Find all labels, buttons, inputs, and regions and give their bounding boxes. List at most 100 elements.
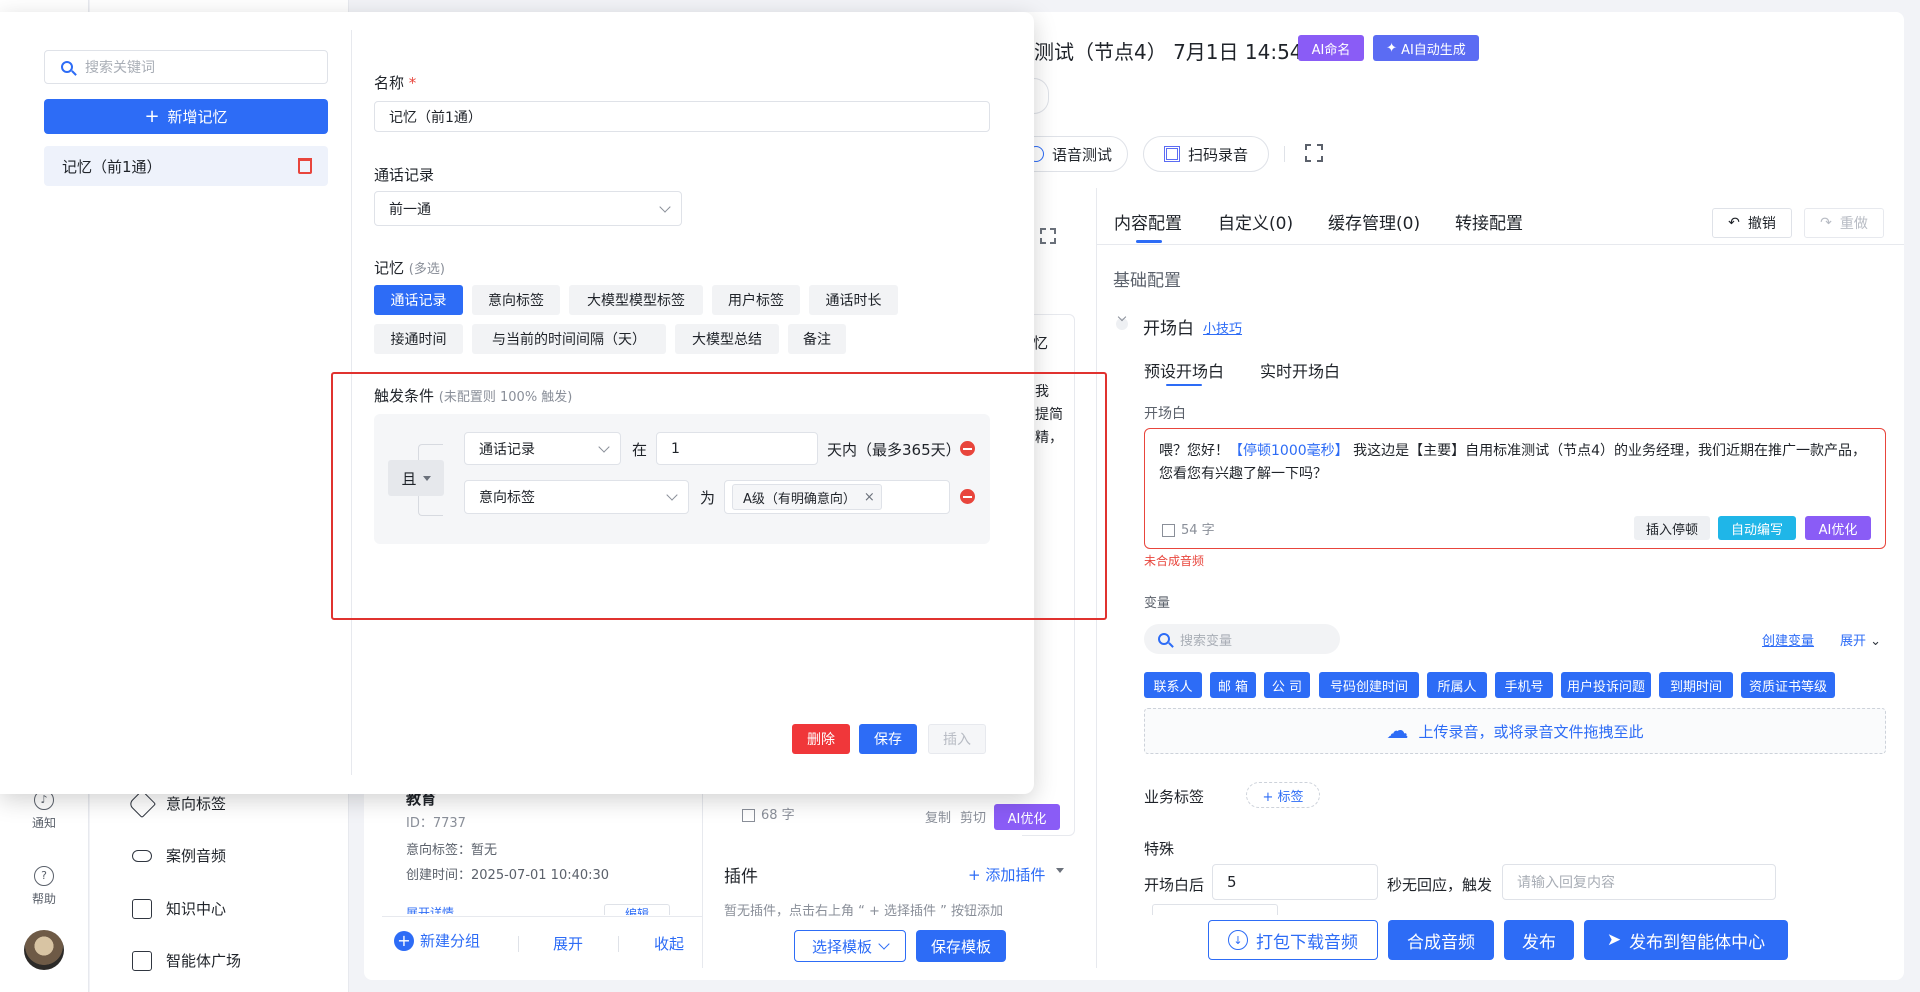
variable-chip[interactable]: 邮 箱: [1210, 672, 1256, 698]
auto-write-button[interactable]: 自动编写: [1718, 516, 1796, 540]
copy-button[interactable]: 复制: [925, 807, 951, 826]
expand-label: 展开: [1840, 634, 1867, 649]
tab-transfer[interactable]: 转接配置: [1455, 209, 1523, 234]
sparkle-icon: ✦: [1386, 40, 1398, 56]
new-group-button[interactable]: + 新建分组: [394, 930, 480, 951]
cut-button[interactable]: 剪切: [960, 807, 986, 826]
rail-help[interactable]: ? 帮助: [0, 866, 88, 907]
search-icon: [61, 61, 73, 73]
download-audio-button[interactable]: ↓ 打包下载音频: [1208, 920, 1378, 960]
scan-record-label: 扫码录音: [1187, 145, 1248, 164]
expand-variables[interactable]: 展开 ⌄: [1840, 630, 1881, 649]
variable-chip[interactable]: 联系人: [1144, 672, 1202, 698]
help-icon: ?: [34, 866, 54, 886]
synth-audio-button[interactable]: 合成音频: [1388, 920, 1494, 960]
variable-chip[interactable]: 号码创建时间: [1319, 672, 1419, 698]
highlight-frame: [331, 372, 1107, 620]
ai-optimize-button[interactable]: AI优化: [1805, 516, 1871, 540]
card-more-link[interactable]: 展开详情: [406, 904, 454, 914]
rail-help-label: 帮助: [31, 892, 56, 906]
scan-record-button[interactable]: 扫码录音: [1143, 136, 1269, 172]
sidebar-item-intent-tags[interactable]: 意向标签: [127, 789, 226, 818]
memory-chip[interactable]: 接通时间: [374, 324, 463, 354]
expand-icon[interactable]: [1040, 228, 1056, 244]
ai-name-button[interactable]: AI命名: [1298, 35, 1364, 61]
tab-content-config[interactable]: 内容配置: [1114, 209, 1182, 234]
sidebar-item-knowledge[interactable]: 知识中心: [132, 898, 226, 919]
seconds-input[interactable]: 5: [1212, 864, 1378, 900]
variable-chip[interactable]: 到期时间: [1659, 672, 1733, 698]
name-input[interactable]: 记忆（前1通）: [374, 101, 990, 132]
add-memory-button[interactable]: + 新增记忆: [44, 99, 328, 134]
memory-chip[interactable]: 备注: [788, 324, 846, 354]
undo-icon: ↶: [1728, 215, 1740, 231]
add-tag-button[interactable]: + 标签: [1246, 782, 1320, 808]
chevron-down-icon[interactable]: [1056, 868, 1064, 873]
undo-button[interactable]: ↶ 撤销: [1712, 208, 1792, 238]
choose-template-button[interactable]: 选择模板: [794, 930, 906, 962]
memory-item-label: 记忆（前1通）: [62, 157, 162, 176]
publish-button[interactable]: 发布: [1504, 920, 1574, 960]
sidebar-item-label: 知识中心: [166, 900, 227, 918]
memory-chip[interactable]: 大模型模型标签: [569, 285, 703, 315]
sidebar-item-agent-square[interactable]: 智能体广场: [132, 950, 241, 971]
collapse-button[interactable]: 收起: [654, 933, 684, 954]
publish-center-button[interactable]: ➤ 发布到智能体中心: [1584, 920, 1788, 960]
sidebar-item-case-audio[interactable]: 案例音频: [132, 845, 226, 866]
fullscreen-icon[interactable]: [1305, 144, 1323, 162]
memory-search-input[interactable]: 搜索关键词: [44, 50, 328, 84]
tab-cache[interactable]: 缓存管理(0): [1328, 209, 1420, 234]
expand-button[interactable]: 展开: [553, 933, 583, 954]
avatar[interactable]: [24, 930, 64, 970]
variable-chip[interactable]: 公 司: [1264, 672, 1310, 698]
create-variable-link[interactable]: 创建变量: [1762, 630, 1814, 649]
memory-chip[interactable]: 通话时长: [809, 285, 898, 315]
memory-chip[interactable]: 大模型总结: [675, 324, 779, 354]
memory-chip[interactable]: 用户标签: [712, 285, 800, 315]
variable-chip[interactable]: 手机号: [1495, 672, 1553, 698]
store-icon: [132, 950, 152, 971]
call-record-select[interactable]: 前一通: [374, 191, 682, 226]
variable-chip[interactable]: 资质证书等级: [1741, 672, 1835, 698]
new-group-label: 新建分组: [420, 932, 481, 950]
download-label: 打包下载音频: [1256, 932, 1358, 953]
save-template-button[interactable]: 保存模板: [916, 930, 1006, 962]
tab-preset-opening[interactable]: 预设开场白: [1144, 358, 1224, 382]
send-icon: ➤: [1606, 930, 1622, 950]
variable-chip[interactable]: 所属人: [1427, 672, 1487, 698]
biz-tags-label: 业务标签: [1144, 788, 1205, 806]
upload-dropzone[interactable]: ☁ 上传录音，或将录音文件拖拽至此: [1144, 708, 1886, 754]
variable-chip[interactable]: 用户投诉问题: [1561, 672, 1651, 698]
hidden-select[interactable]: [1152, 904, 1278, 915]
delete-button[interactable]: 删除: [792, 724, 850, 754]
add-plugin-button[interactable]: + 添加插件: [968, 864, 1045, 885]
plugin-title: 插件: [724, 867, 758, 887]
char-count: 68 字: [742, 804, 795, 823]
chevron-down-icon: [1117, 312, 1127, 322]
memory-list-item[interactable]: 记忆（前1通）: [44, 146, 328, 186]
reply-input[interactable]: 请输入回复内容: [1502, 864, 1776, 900]
tab-realtime-opening[interactable]: 实时开场白: [1260, 358, 1340, 382]
variable-search-placeholder: 搜索变量: [1180, 633, 1233, 649]
ai-optimize-button[interactable]: AI优化: [994, 804, 1060, 830]
memory-chip[interactable]: 意向标签: [472, 285, 560, 315]
variable-search[interactable]: 搜索变量: [1144, 624, 1340, 654]
tab-custom[interactable]: 自定义(0): [1218, 209, 1293, 234]
chevron-down-icon: [878, 938, 890, 950]
tab-indicator: [1136, 240, 1162, 243]
insert-button[interactable]: 插入: [928, 724, 986, 754]
plus-icon: +: [394, 930, 414, 951]
memory-chip[interactable]: 通话记录: [374, 285, 463, 315]
rail-notify[interactable]: ♪ 通知: [0, 790, 88, 831]
memory-label: 记忆 (多选): [374, 257, 445, 278]
pause-token[interactable]: 【停顿1000毫秒】: [1229, 443, 1349, 459]
card-edit-button[interactable]: 编辑: [604, 904, 670, 915]
memory-chip[interactable]: 与当前的时间间隔（天）: [472, 324, 666, 354]
trash-icon[interactable]: [298, 158, 312, 174]
ai-generate-button[interactable]: ✦ AI自动生成: [1373, 35, 1479, 61]
redo-button[interactable]: ↷ 重做: [1804, 208, 1884, 238]
insert-pause-button[interactable]: 插入停顿: [1634, 516, 1710, 540]
section-basic-config: 基础配置: [1113, 271, 1181, 291]
tips-link[interactable]: 小技巧: [1203, 318, 1242, 337]
save-button[interactable]: 保存: [859, 724, 917, 754]
